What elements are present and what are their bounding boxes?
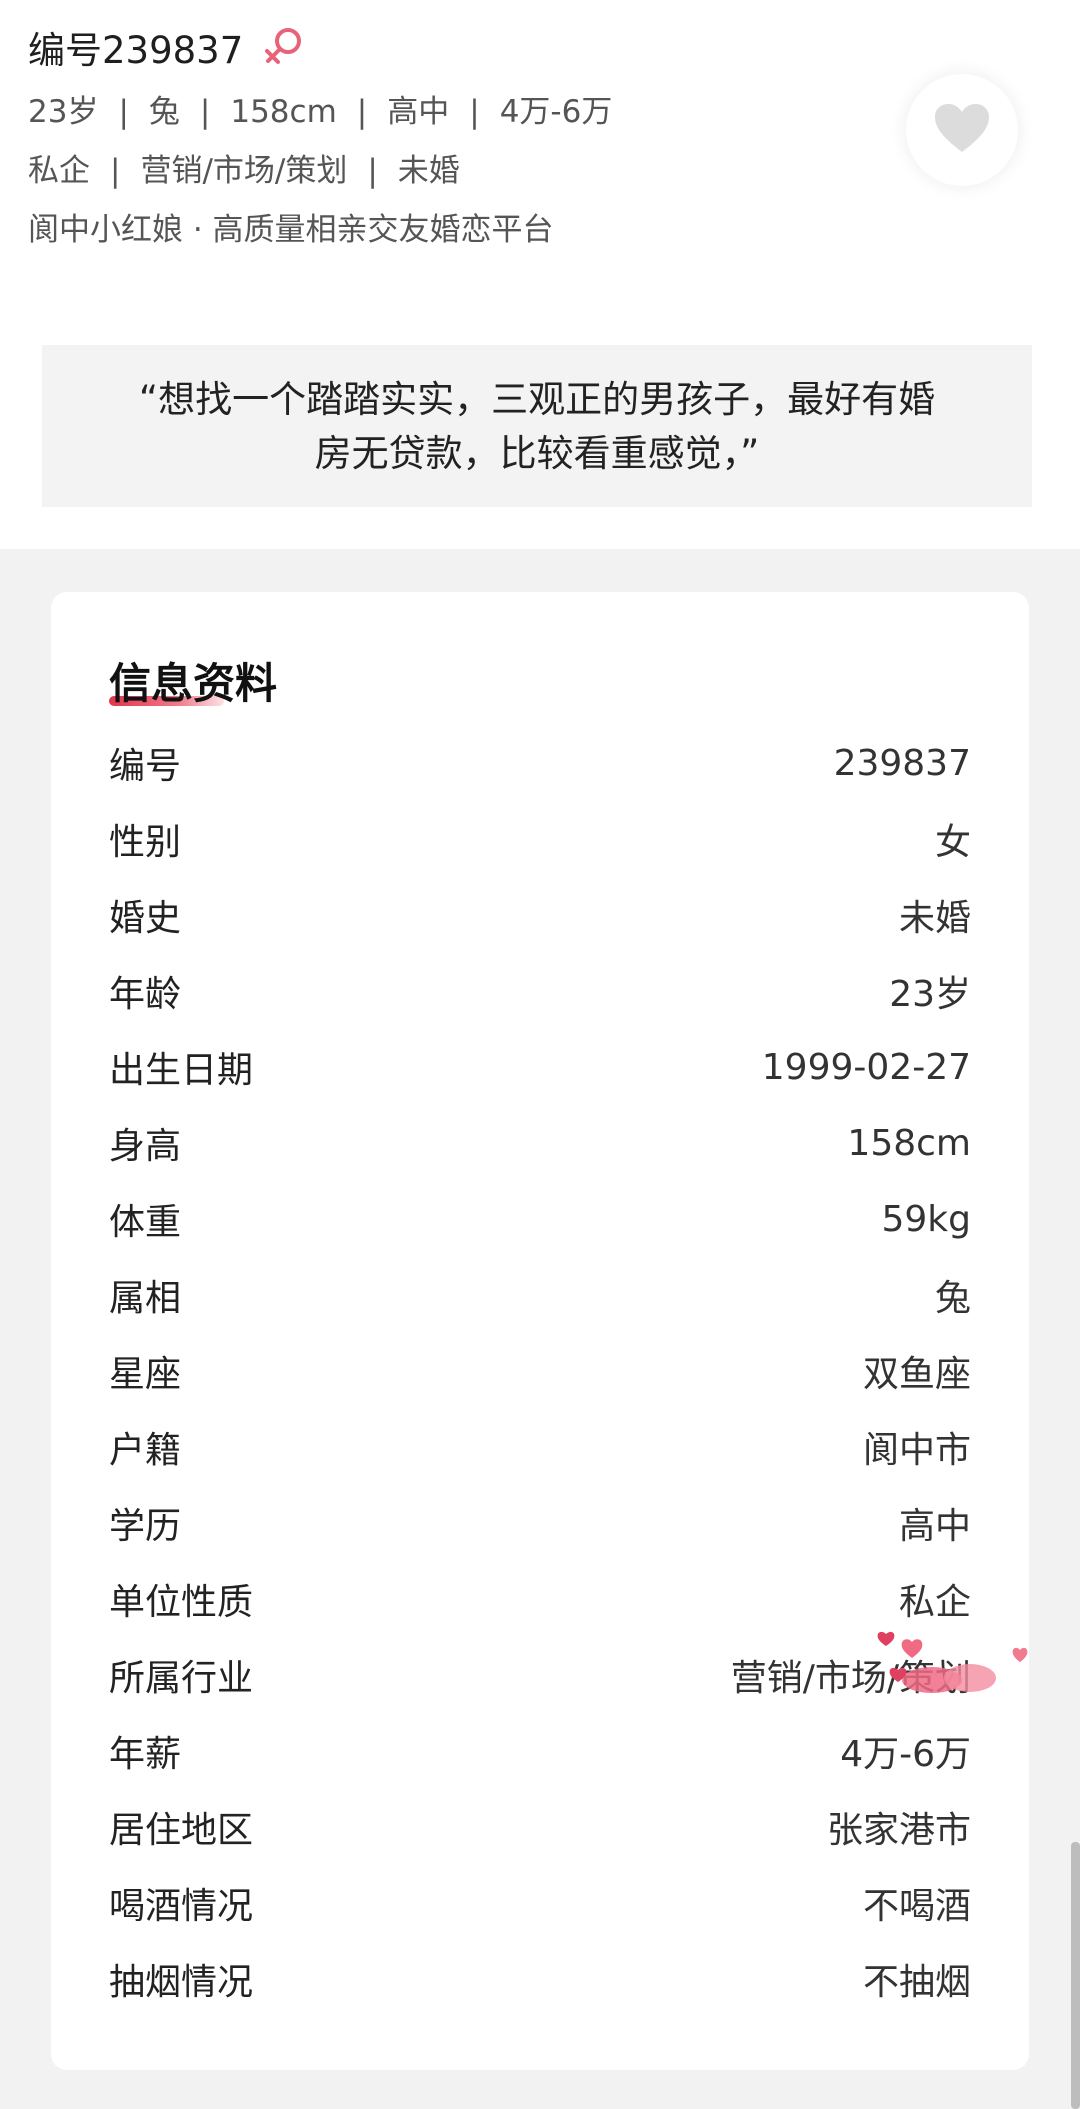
card-title: 信息资料 (109, 659, 278, 708)
row-label: 编号 (109, 746, 182, 787)
self-introduction-quote: “想找一个踏踏实实，三观正的男孩子，最好有婚 房无贷款，比较看重感觉，” (42, 345, 1032, 507)
info-row-height: 身高 158cm (109, 1113, 971, 1173)
info-row-annual-salary: 年薪 4万-6万 (109, 1721, 971, 1781)
meta-height: 158cm (230, 94, 337, 130)
meta-age: 23岁 (28, 94, 99, 130)
row-value: 未婚 (898, 898, 971, 939)
row-label: 所属行业 (109, 1658, 254, 1699)
row-value: 兔 (934, 1278, 971, 1319)
row-label: 出生日期 (109, 1050, 254, 1091)
meta-industry: 营销/市场/策划 (140, 153, 348, 189)
quote-line-1: “想找一个踏踏实实，三观正的男孩子，最好有婚 (138, 378, 936, 421)
info-row-company-type: 单位性质 私企 (109, 1569, 971, 1629)
row-value: 阆中市 (862, 1430, 971, 1471)
row-value: 158cm (847, 1122, 971, 1164)
row-value: 239837 (833, 742, 971, 784)
row-label: 性别 (109, 822, 182, 863)
profile-id-line: 编号239837 (28, 20, 307, 74)
row-label: 星座 (109, 1354, 182, 1395)
profile-meta-line-2: 私企 | 营销/市场/策划 | 未婚 (28, 145, 460, 190)
platform-name: 阆中小红娘 · 高质量相亲交友婚恋平台 (28, 212, 554, 248)
info-row-zodiac: 属相 兔 (109, 1265, 971, 1325)
row-value: 59kg (881, 1198, 971, 1240)
row-label: 户籍 (109, 1430, 182, 1471)
separator: | (469, 94, 480, 130)
row-value: 女 (934, 822, 971, 863)
info-row-smoking: 抽烟情况 不抽烟 (109, 1949, 971, 2009)
row-value: 张家港市 (826, 1810, 971, 1851)
info-row-birthdate: 出生日期 1999-02-27 (109, 1037, 971, 1097)
separator: | (199, 94, 211, 130)
info-row-age: 年龄 23岁 (109, 961, 971, 1021)
row-value: 营销/市场/策划 (730, 1658, 971, 1699)
info-card: 信息资料 编号 239837 性别 女 婚史 未婚 年龄 23岁 出生日期 19… (51, 592, 1029, 2070)
row-label: 身高 (109, 1126, 182, 1167)
like-button[interactable] (906, 74, 1018, 186)
row-label: 喝酒情况 (109, 1886, 254, 1927)
row-value: 不喝酒 (862, 1886, 971, 1927)
meta-salary: 4万-6万 (499, 94, 613, 130)
info-row-drinking: 喝酒情况 不喝酒 (109, 1873, 971, 1933)
row-value: 23岁 (889, 974, 971, 1015)
heart-icon (933, 102, 991, 158)
row-value: 私企 (898, 1582, 971, 1623)
row-label: 属相 (109, 1278, 182, 1319)
info-row-education: 学历 高中 (109, 1493, 971, 1553)
profile-id: 编号239837 (28, 29, 244, 72)
profile-meta-line-1: 23岁 | 兔 | 158cm | 高中 | 4万-6万 (28, 86, 612, 131)
separator: | (118, 94, 129, 130)
info-row-weight: 体重 59kg (109, 1189, 971, 1249)
row-label: 抽烟情况 (109, 1962, 254, 2003)
row-label: 年龄 (109, 974, 182, 1015)
row-label: 居住地区 (109, 1810, 254, 1851)
female-icon (261, 24, 307, 70)
meta-marital: 未婚 (397, 153, 460, 189)
info-row-id: 编号 239837 (109, 733, 971, 793)
row-label: 婚史 (109, 898, 182, 939)
row-value: 4万-6万 (840, 1734, 971, 1775)
row-value: 双鱼座 (862, 1354, 971, 1395)
meta-zodiac: 兔 (148, 94, 180, 130)
info-row-constellation: 星座 双鱼座 (109, 1341, 971, 1401)
row-label: 单位性质 (109, 1582, 254, 1623)
info-row-residence: 居住地区 张家港市 (109, 1797, 971, 1857)
row-label: 年薪 (109, 1734, 182, 1775)
info-row-marital-history: 婚史 未婚 (109, 885, 971, 945)
info-row-gender: 性别 女 (109, 809, 971, 869)
separator: | (110, 153, 121, 189)
row-label: 学历 (109, 1506, 182, 1547)
row-value: 高中 (898, 1506, 971, 1547)
info-row-household-registration: 户籍 阆中市 (109, 1417, 971, 1477)
row-label: 体重 (109, 1202, 182, 1243)
meta-education: 高中 (387, 94, 450, 130)
separator: | (356, 94, 368, 130)
separator: | (367, 153, 378, 189)
row-value: 不抽烟 (862, 1962, 971, 2003)
scrollbar[interactable] (1071, 1842, 1080, 2109)
quote-line-2: 房无贷款，比较看重感觉，” (314, 432, 760, 475)
profile-header: 编号239837 23岁 | 兔 | 158cm | 高中 | 4万-6万 私企 | 营销/市场/策… (0, 0, 1080, 549)
meta-company-type: 私企 (28, 153, 90, 189)
row-value: 1999-02-27 (761, 1046, 971, 1088)
info-row-industry: 所属行业 营销/市场/策划 (109, 1645, 971, 1705)
